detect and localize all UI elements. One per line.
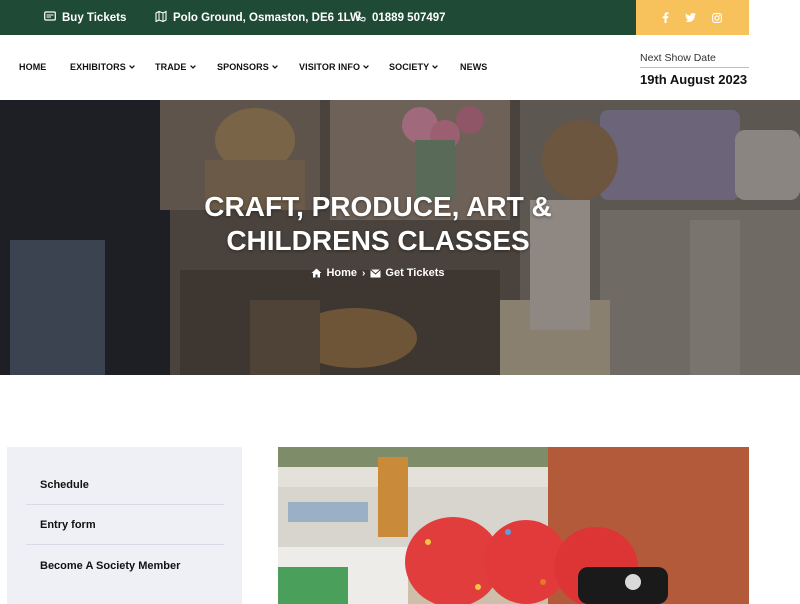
sidebar-menu: Schedule Entry form Become A Society Mem…	[7, 447, 242, 604]
nav-item-society[interactable]: SOCIETY	[389, 62, 439, 72]
twitter-icon[interactable]	[682, 0, 698, 35]
instagram-icon[interactable]	[709, 0, 725, 35]
sidebar-item-label: Entry form	[40, 518, 96, 531]
nav-item-exhibitors[interactable]: EXHIBITORS	[70, 62, 135, 72]
breadcrumb-home-label: Home	[326, 267, 358, 279]
breadcrumb-home[interactable]: Home	[311, 267, 357, 279]
buy-tickets-link[interactable]: Buy Tickets	[44, 0, 126, 35]
page-title-line2: CHILDRENS CLASSES	[226, 225, 530, 256]
nav-label: NEWS	[460, 62, 488, 72]
nav-item-sponsors[interactable]: SPONSORS	[217, 62, 278, 72]
next-show-date: Next Show Date 19th August 2023	[640, 52, 749, 87]
map-icon	[155, 10, 173, 25]
top-bar: Buy Tickets Polo Ground, Osmaston, DE6 1…	[0, 0, 800, 35]
content-photo	[278, 447, 749, 604]
chevron-down-icon	[128, 65, 135, 69]
chevron-down-icon	[271, 65, 278, 69]
breadcrumb-current-label: Get Tickets	[385, 267, 445, 279]
nav-label: TRADE	[155, 62, 187, 72]
breadcrumb-separator-icon: ›	[362, 267, 366, 279]
sidebar-item-schedule[interactable]: Schedule	[26, 465, 224, 505]
sidebar-item-become-member[interactable]: Become A Society Member	[26, 546, 224, 586]
sidebar-item-entry-form[interactable]: Entry form	[26, 505, 224, 545]
nav-label: HOME	[19, 62, 47, 72]
craft-photo-image	[278, 447, 749, 604]
chevron-down-icon	[363, 65, 369, 69]
nav-label: SOCIETY	[389, 62, 430, 72]
phone-icon	[355, 11, 372, 25]
sidebar-item-label: Become A Society Member	[40, 560, 181, 572]
nav-item-news[interactable]: NEWS	[460, 62, 487, 72]
breadcrumb-current: Get Tickets	[370, 267, 445, 279]
home-icon	[311, 268, 322, 278]
sidebar-item-label: Schedule	[40, 478, 89, 491]
buy-tickets-label: Buy Tickets	[62, 11, 127, 24]
phone-link[interactable]: 01889 507497	[355, 0, 446, 35]
nav-item-trade[interactable]: TRADE	[155, 62, 196, 72]
next-show-label: Next Show Date	[640, 52, 749, 68]
nav-label: SPONSORS	[217, 62, 269, 72]
chevron-down-icon	[189, 65, 196, 69]
address-text: Polo Ground, Osmaston, DE6 1LW	[173, 11, 361, 24]
nav-label: EXHIBITORS	[70, 62, 126, 72]
next-show-date-value: 19th August 2023	[640, 72, 748, 87]
ticket-icon	[44, 11, 62, 24]
chevron-down-icon	[432, 65, 439, 69]
nav-item-home[interactable]: HOME	[19, 62, 46, 72]
phone-text: 01889 507497	[372, 11, 446, 24]
hero-banner: CRAFT, PRODUCE, ART & CHILDRENS CLASSES …	[0, 100, 800, 375]
facebook-icon[interactable]	[657, 0, 673, 35]
nav-label: VISITOR INFO	[299, 62, 361, 72]
breadcrumb: Home › Get Tickets	[0, 267, 756, 279]
nav-item-visitor-info[interactable]: VISITOR INFO	[299, 62, 369, 72]
envelope-icon	[370, 268, 382, 277]
address-info: Polo Ground, Osmaston, DE6 1LW	[155, 0, 361, 35]
page-title: CRAFT, PRODUCE, ART & CHILDRENS CLASSES	[0, 190, 756, 258]
page-title-line1: CRAFT, PRODUCE, ART &	[204, 191, 552, 222]
